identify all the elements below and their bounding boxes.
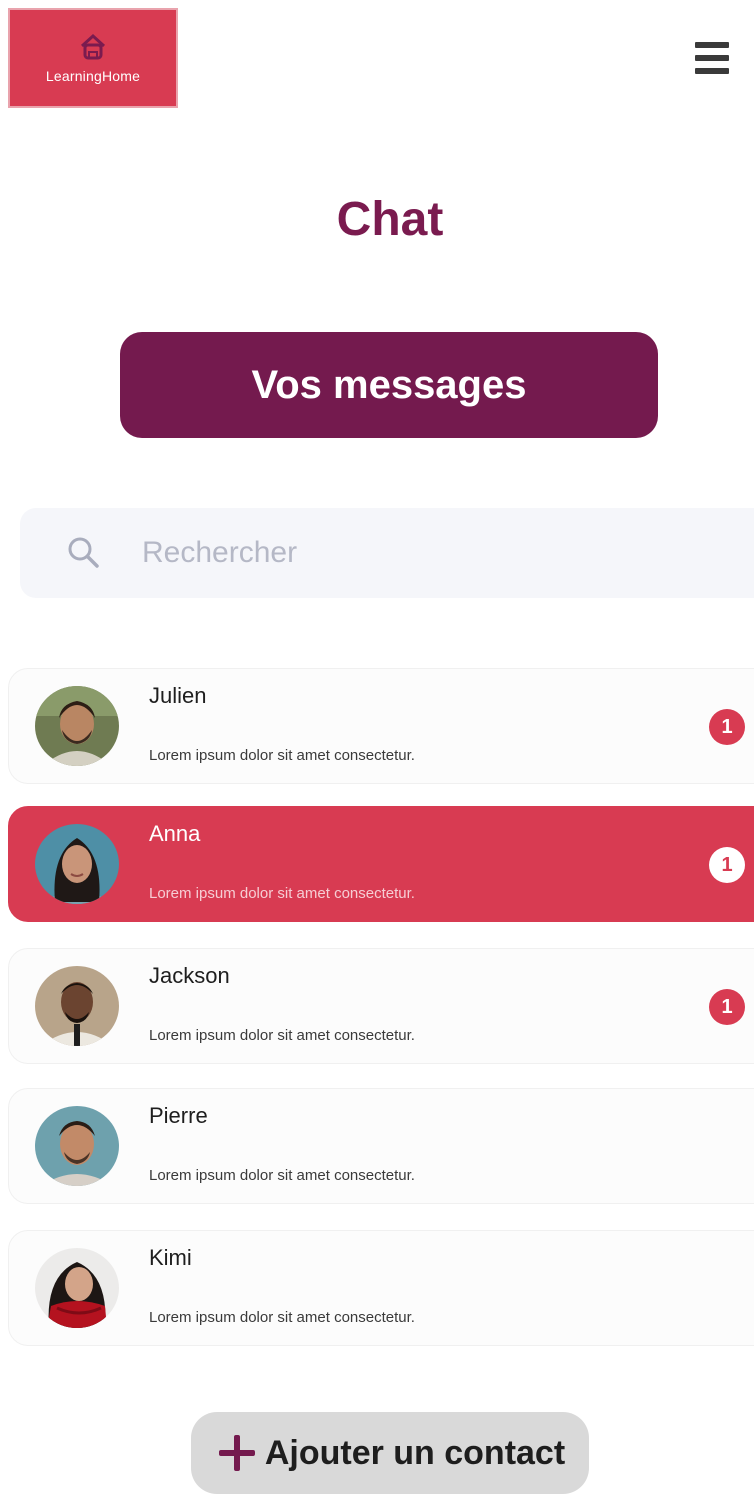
contact-item-anna[interactable]: Anna Lorem ipsum dolor sit amet consecte… bbox=[8, 806, 754, 922]
search-bar[interactable] bbox=[20, 508, 754, 598]
avatar-kimi bbox=[35, 1248, 119, 1328]
plus-icon bbox=[218, 1435, 255, 1471]
avatar-anna bbox=[35, 824, 119, 904]
contact-name: Jackson bbox=[149, 963, 230, 988]
avatar-pierre bbox=[35, 1106, 119, 1186]
unread-badge: 1 bbox=[709, 989, 745, 1025]
contact-preview: Lorem ipsum dolor sit amet consectetur. bbox=[149, 747, 415, 764]
unread-badge: 1 bbox=[709, 847, 745, 883]
contact-item-kimi[interactable]: Kimi Lorem ipsum dolor sit amet consecte… bbox=[8, 1230, 754, 1346]
contact-preview: Lorem ipsum dolor sit amet consectetur. bbox=[149, 1309, 415, 1326]
contact-item-pierre[interactable]: Pierre Lorem ipsum dolor sit amet consec… bbox=[8, 1088, 754, 1204]
messages-tab-button[interactable]: Vos messages bbox=[120, 332, 658, 438]
search-input[interactable] bbox=[142, 528, 702, 578]
contact-name: Julien bbox=[149, 683, 207, 708]
search-icon bbox=[68, 537, 99, 568]
add-contact-label: Ajouter un contact bbox=[264, 1433, 566, 1472]
menu-line bbox=[695, 68, 729, 74]
contact-name: Anna bbox=[149, 821, 201, 846]
contact-item-jackson[interactable]: Jackson Lorem ipsum dolor sit amet conse… bbox=[8, 948, 754, 1064]
house-logo-icon bbox=[80, 33, 106, 60]
hamburger-icon[interactable] bbox=[693, 40, 733, 78]
contact-item-julien[interactable]: Julien Lorem ipsum dolor sit amet consec… bbox=[8, 668, 754, 784]
contact-preview: Lorem ipsum dolor sit amet consectetur. bbox=[149, 885, 415, 902]
contact-name: Kimi bbox=[149, 1245, 192, 1270]
contact-name: Pierre bbox=[149, 1103, 208, 1128]
contact-preview: Lorem ipsum dolor sit amet consectetur. bbox=[149, 1027, 415, 1044]
add-contact-button[interactable]: Ajouter un contact bbox=[191, 1412, 589, 1494]
avatar-julien bbox=[35, 686, 119, 766]
avatar-jackson bbox=[35, 966, 119, 1046]
contact-preview: Lorem ipsum dolor sit amet consectetur. bbox=[149, 1167, 415, 1184]
page-title: Chat bbox=[336, 193, 444, 246]
logo[interactable]: LearningHome bbox=[8, 8, 178, 108]
menu-line bbox=[695, 42, 729, 48]
unread-badge: 1 bbox=[709, 709, 745, 745]
logo-text: LearningHome bbox=[45, 68, 141, 84]
menu-line bbox=[695, 55, 729, 61]
